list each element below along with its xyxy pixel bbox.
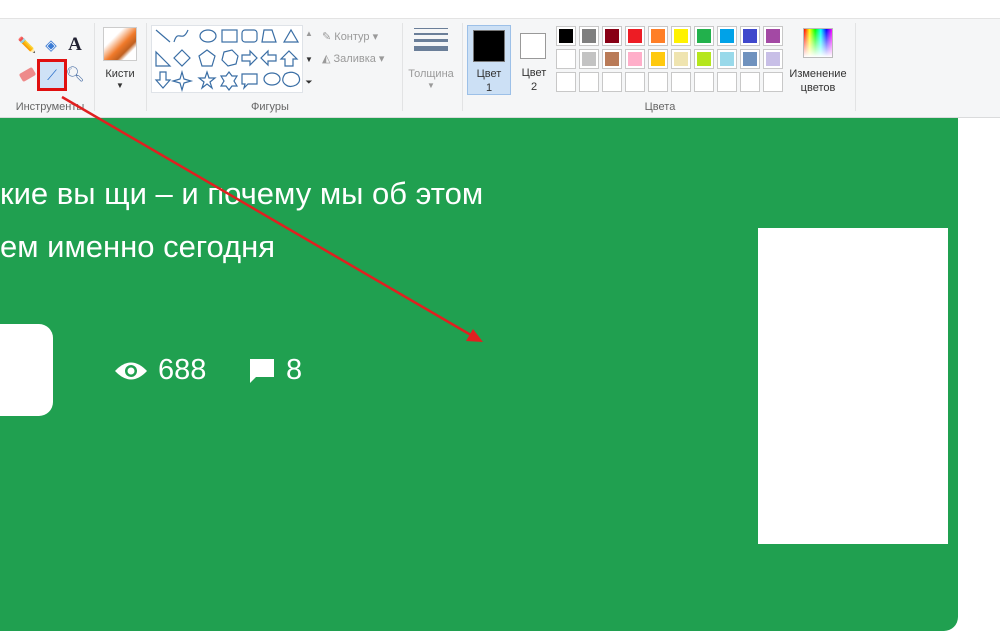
size-icon[interactable] — [414, 28, 448, 51]
custom-color-slot[interactable] — [740, 72, 760, 92]
fill-icon: ◭ — [322, 53, 331, 65]
custom-color-slot[interactable] — [763, 72, 783, 92]
custom-color-slot[interactable] — [717, 72, 737, 92]
custom-color-slot[interactable] — [602, 72, 622, 92]
magnifier-icon[interactable]: 🔍︎ — [65, 64, 85, 84]
fill-button[interactable]: ◭ Заливка ▾ — [322, 52, 384, 66]
views-count: 688 — [114, 354, 206, 387]
custom-color-slot[interactable] — [694, 72, 714, 92]
custom-color-slot[interactable] — [625, 72, 645, 92]
color2-swatch — [520, 33, 546, 59]
eraser-icon[interactable] — [17, 64, 37, 84]
palette-swatch[interactable] — [671, 49, 691, 69]
palette-swatch[interactable] — [648, 49, 668, 69]
edit-colors-button[interactable]: Изменение цветов — [786, 67, 850, 95]
colors-group-label: Цвета — [644, 101, 676, 113]
palette-swatch[interactable] — [579, 49, 599, 69]
headline-line-1: кие вы щи – и почему мы об этом — [0, 176, 484, 211]
palette-swatch[interactable] — [625, 26, 645, 46]
color1-swatch — [473, 30, 505, 62]
custom-color-slot[interactable] — [671, 72, 691, 92]
white-button-shape — [0, 324, 53, 416]
palette-swatch[interactable] — [602, 26, 622, 46]
white-image-block — [758, 228, 948, 544]
palette-swatch[interactable] — [556, 26, 576, 46]
color1-button[interactable]: Цвет 1 — [467, 25, 511, 95]
fill-bucket-icon[interactable]: ◈ — [41, 35, 61, 55]
palette-swatch[interactable] — [648, 26, 668, 46]
palette-swatch[interactable] — [602, 49, 622, 69]
palette-swatch[interactable] — [579, 26, 599, 46]
shapes-group-label: Фигуры — [251, 101, 289, 113]
brushes-icon[interactable] — [103, 27, 137, 61]
ribbon: ✏️ ◈ A ⟋ 🔍︎ Инструменты Кисти ▼ ▲ ▼ ⏷ ✎ … — [0, 19, 1000, 118]
edit-colors-icon[interactable] — [803, 28, 833, 58]
title-bar — [0, 0, 1000, 19]
custom-color-slot[interactable] — [556, 72, 576, 92]
palette-swatch[interactable] — [763, 26, 783, 46]
headline-line-2: ем именно сегодня — [0, 229, 276, 264]
shapes-scroll-up[interactable]: ▲ — [303, 27, 315, 41]
shapes-scroll-down[interactable]: ▼ — [303, 53, 315, 67]
text-icon[interactable]: A — [65, 34, 85, 55]
palette-swatch[interactable] — [694, 49, 714, 69]
size-dropdown-icon: ▼ — [427, 81, 435, 90]
palette-swatch[interactable] — [740, 26, 760, 46]
palette-swatch[interactable] — [740, 49, 760, 69]
palette-swatch[interactable] — [717, 26, 737, 46]
palette-swatch[interactable] — [671, 26, 691, 46]
outline-button[interactable]: ✎ Контур ▾ — [322, 30, 378, 44]
tools-group-label: Инструменты — [15, 101, 85, 113]
color-picker-icon[interactable]: ⟋ — [37, 59, 67, 91]
shapes-gallery[interactable] — [151, 25, 303, 93]
comments-count: 8 — [248, 354, 302, 387]
palette-swatch[interactable] — [556, 49, 576, 69]
brushes-dropdown-icon[interactable]: ▼ — [98, 79, 142, 93]
custom-color-slot[interactable] — [579, 72, 599, 92]
eye-icon — [115, 362, 147, 379]
palette-swatch[interactable] — [717, 49, 737, 69]
shapes-expand[interactable]: ⏷ — [303, 75, 315, 89]
custom-color-slot[interactable] — [648, 72, 668, 92]
palette-swatch[interactable] — [694, 26, 714, 46]
outline-icon: ✎ — [322, 31, 332, 43]
image-canvas[interactable]: кие вы щи – и почему мы об этом ем именн… — [0, 118, 958, 631]
color2-button[interactable]: Цвет 2 — [512, 25, 556, 95]
comment-icon — [250, 358, 274, 383]
palette-swatch[interactable] — [625, 49, 645, 69]
palette-swatch[interactable] — [763, 49, 783, 69]
pencil-icon[interactable]: ✏️ — [17, 35, 37, 55]
